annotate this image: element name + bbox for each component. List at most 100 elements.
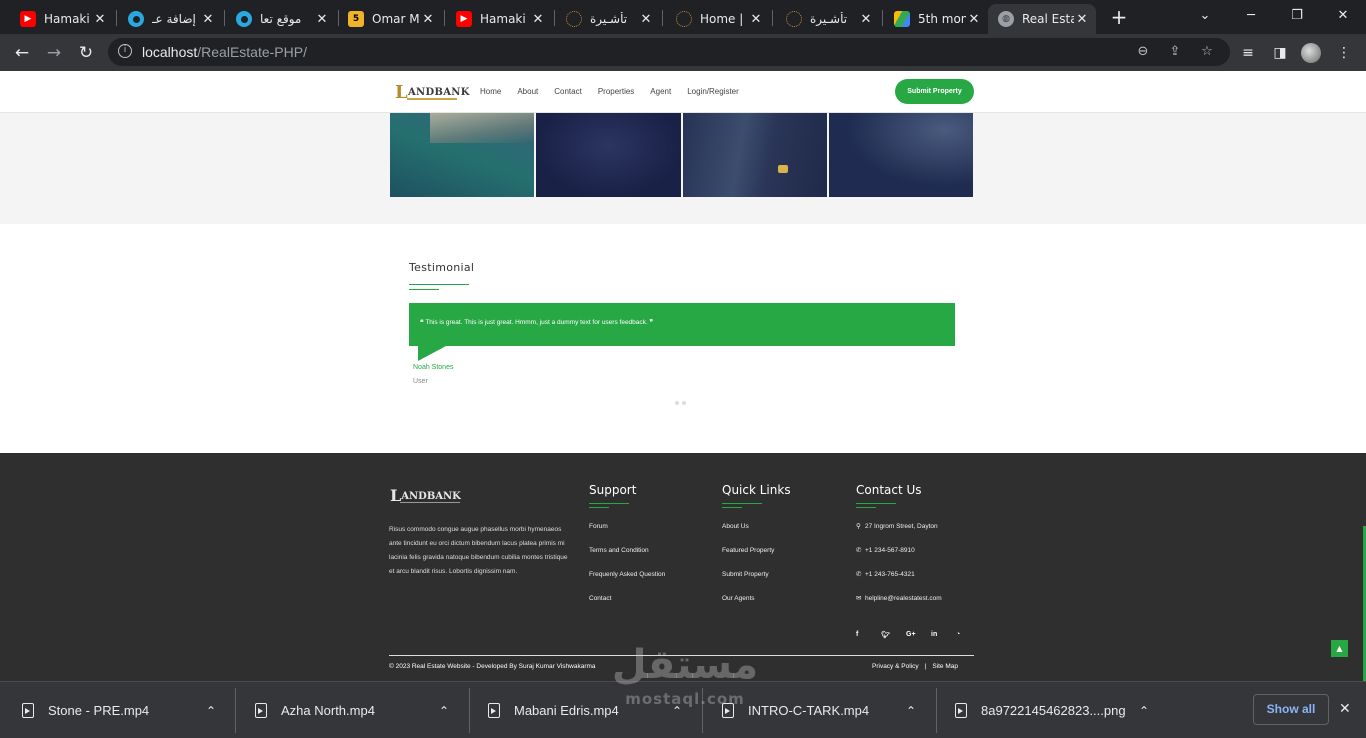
google-plus-icon[interactable]: G+: [906, 631, 931, 639]
phone-icon: ✆: [856, 571, 862, 578]
gallery-image[interactable]: [390, 113, 534, 197]
share-icon[interactable]: ⇪: [1166, 43, 1184, 61]
tab-search-icon[interactable]: ⌄: [1190, 6, 1220, 26]
bookmark-star-icon[interactable]: ☆: [1198, 43, 1216, 61]
footer-link[interactable]: Contact: [589, 594, 665, 618]
close-icon[interactable]: ✕: [200, 12, 216, 27]
heading-underline: [409, 289, 439, 290]
download-item[interactable]: Azha North.mp4 ⌃: [255, 682, 467, 738]
download-item[interactable]: Stone - PRE.mp4 ⌃: [22, 682, 234, 738]
browser-tab[interactable]: تأشـيرة ✕: [556, 4, 660, 34]
chevron-up-icon[interactable]: ⌃: [906, 704, 916, 718]
video-file-icon: [722, 703, 734, 718]
nav-contact[interactable]: Contact: [554, 87, 582, 96]
footer-link[interactable]: Featured Property: [722, 546, 791, 570]
footer-link[interactable]: Submit Property: [722, 570, 791, 594]
close-icon[interactable]: ✕: [858, 12, 874, 27]
footer-legal-links: Privacy & Policy | Site Map: [872, 663, 958, 670]
quote-close-icon: ❞: [647, 319, 654, 326]
carousel-dot[interactable]: [675, 401, 679, 405]
menu-kebab-icon[interactable]: ⋮: [1334, 43, 1354, 63]
rss-icon[interactable]: ◔: [956, 631, 981, 639]
gallery-image[interactable]: [536, 113, 681, 197]
browser-tab[interactable]: موقع تعا ✕: [226, 4, 336, 34]
browser-tab[interactable]: 5 Omar M ✕: [338, 4, 442, 34]
reload-icon[interactable]: ↻: [74, 41, 98, 65]
browser-tab[interactable]: إضافة عـ ✕: [118, 4, 222, 34]
facebook-icon[interactable]: f: [856, 631, 881, 639]
footer-link[interactable]: Terms and Condition: [589, 546, 665, 570]
profile-avatar[interactable]: [1301, 43, 1321, 63]
tab-title: تأشـيرة: [590, 12, 628, 26]
browser-tab-active[interactable]: ◍ Real Esta ✕: [988, 4, 1096, 34]
media-control-icon[interactable]: ≡: [1238, 43, 1258, 63]
browser-tab-strip: ▶ Hamaki ✕ إضافة عـ ✕ موقع تعا ✕ 5 Omar …: [0, 0, 1366, 34]
download-item[interactable]: 8a9722145462823....png ⌃: [955, 682, 1167, 738]
show-all-downloads-button[interactable]: Show all: [1253, 694, 1329, 725]
address-url[interactable]: localhost/RealEstate-PHP/: [142, 44, 307, 60]
new-tab-button[interactable]: +: [1108, 6, 1130, 28]
map-pin-icon: ⚲: [856, 523, 861, 530]
footer-column-title: Quick Links: [722, 483, 791, 497]
forward-icon[interactable]: →: [42, 41, 66, 65]
chevron-up-icon[interactable]: ⌃: [206, 704, 216, 718]
close-icon[interactable]: ✕: [1074, 12, 1090, 27]
scroll-to-top-button[interactable]: ▲: [1331, 640, 1348, 657]
nav-about[interactable]: About: [517, 87, 538, 96]
site-logo[interactable]: LANDBANK: [395, 80, 469, 103]
footer-link[interactable]: Forum: [589, 522, 665, 546]
zoom-icon[interactable]: ⊖: [1134, 43, 1152, 61]
chevron-up-icon[interactable]: ⌃: [1139, 704, 1149, 718]
gallery-image[interactable]: [683, 113, 827, 197]
close-icon[interactable]: ✕: [638, 12, 654, 27]
site-info-icon[interactable]: i: [118, 44, 132, 58]
download-item[interactable]: INTRO-C-TARK.mp4 ⌃: [722, 682, 934, 738]
close-icon[interactable]: ✕: [748, 12, 764, 27]
testimonial-quote: ❝ This is great. This is just great. Hmm…: [420, 319, 654, 326]
nav-login-register[interactable]: Login/Register: [687, 87, 739, 96]
restore-icon[interactable]: ❐: [1282, 6, 1312, 26]
download-filename: Stone - PRE.mp4: [48, 703, 150, 718]
close-icon[interactable]: ✕: [314, 12, 330, 27]
footer-link[interactable]: About Us: [722, 522, 791, 546]
close-window-icon[interactable]: ✕: [1328, 6, 1358, 26]
browser-tab[interactable]: 5th mon ✕: [884, 4, 988, 34]
mostaql-icon: [236, 11, 252, 27]
privacy-policy-link[interactable]: Privacy & Policy: [872, 663, 919, 670]
download-filename: Azha North.mp4: [281, 703, 375, 718]
close-icon[interactable]: ✕: [966, 12, 982, 27]
close-icon[interactable]: ✕: [1339, 701, 1351, 717]
close-icon[interactable]: ✕: [92, 12, 108, 27]
carousel-dots: [675, 401, 686, 405]
footer-link[interactable]: Frequenly Asked Question: [589, 570, 665, 594]
footer-link[interactable]: Our Agents: [722, 594, 791, 618]
download-item[interactable]: Mabani Edris.mp4 ⌃: [488, 682, 700, 738]
contact-email[interactable]: ✉ helpline@realestatest.com: [856, 594, 942, 618]
browser-tab[interactable]: تأشـيرة ✕: [776, 4, 880, 34]
chevron-up-icon[interactable]: ⌃: [672, 704, 682, 718]
address-bar[interactable]: i localhost/RealEstate-PHP/ ⊖ ⇪ ☆: [108, 38, 1230, 66]
nav-home[interactable]: Home: [480, 87, 501, 96]
browser-tab[interactable]: Home | ✕: [666, 4, 770, 34]
nav-properties[interactable]: Properties: [598, 87, 634, 96]
testimonial-author: Noah Stones: [413, 364, 454, 371]
site-map-link[interactable]: Site Map: [932, 663, 958, 670]
footer-contact-column: Contact Us ⚲ 27 Ingrom Street, Dayton ✆ +1…: [856, 483, 942, 618]
gallery-image[interactable]: [829, 113, 973, 197]
side-panel-icon[interactable]: ◨: [1270, 43, 1290, 63]
site-header: LANDBANK Home About Contact Properties A…: [0, 71, 1366, 113]
submit-property-button[interactable]: Submit Property: [895, 79, 974, 104]
footer-about-text: Risus commodo congue augue phasellus mor…: [389, 526, 568, 575]
linkedin-icon[interactable]: in: [931, 631, 956, 639]
close-icon[interactable]: ✕: [530, 12, 546, 27]
browser-tab[interactable]: ▶ Hamaki ✕: [10, 4, 114, 34]
carousel-dot[interactable]: [682, 401, 686, 405]
browser-tab[interactable]: ▶ Hamaki ✕: [446, 4, 552, 34]
minimize-icon[interactable]: ─: [1236, 6, 1266, 26]
back-icon[interactable]: ←: [10, 41, 34, 65]
twitter-icon[interactable]: 🐦︎: [881, 631, 906, 639]
close-icon[interactable]: ✕: [420, 12, 436, 27]
tab-title: Hamaki: [480, 12, 526, 26]
nav-agent[interactable]: Agent: [650, 87, 671, 96]
chevron-up-icon[interactable]: ⌃: [439, 704, 449, 718]
